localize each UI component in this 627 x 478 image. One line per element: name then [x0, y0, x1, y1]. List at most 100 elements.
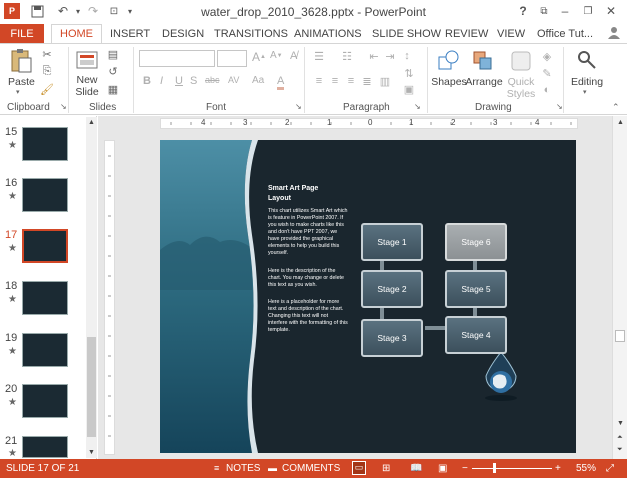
tab-view[interactable]: VIEW: [497, 28, 525, 40]
format-painter-icon[interactable]: 🖌: [40, 82, 54, 96]
tab-design[interactable]: DESIGN: [162, 28, 204, 40]
slide-sorter-icon[interactable]: ⊞: [382, 463, 390, 474]
arrange-icon[interactable]: [470, 48, 496, 74]
layout-icon[interactable]: ▤: [106, 47, 120, 61]
reading-view-icon[interactable]: 📖: [410, 463, 422, 474]
slide-heading[interactable]: Smart Art Page Layout: [268, 184, 338, 204]
editing-button[interactable]: Editing: [567, 76, 607, 88]
increase-font-icon[interactable]: A ▲: [252, 50, 266, 64]
collapse-ribbon-icon[interactable]: ⌃: [612, 102, 620, 113]
stage-2-box[interactable]: Stage 2: [361, 270, 423, 308]
align-right-icon[interactable]: ≡: [344, 74, 358, 88]
align-center-icon[interactable]: ≡: [328, 74, 342, 88]
zoom-level[interactable]: 55%: [576, 463, 596, 474]
paste-button[interactable]: Paste: [8, 76, 35, 88]
slide-thumbnail-15[interactable]: [22, 127, 68, 161]
numbering-icon[interactable]: ☷: [340, 49, 354, 63]
account-avatar[interactable]: [607, 25, 621, 42]
shapes-icon[interactable]: [436, 48, 462, 74]
reset-icon[interactable]: ↺: [106, 64, 120, 78]
slide-paragraph-1[interactable]: This chart utilizes Smart Art which is f…: [268, 208, 348, 257]
minimize-button[interactable]: –: [557, 3, 573, 19]
scroll-down-icon[interactable]: ▼: [88, 449, 95, 456]
quick-styles-icon[interactable]: [508, 48, 534, 74]
previous-slide-icon[interactable]: ⏶: [617, 434, 623, 442]
line-spacing-icon[interactable]: ↕: [400, 49, 414, 63]
shadow-button[interactable]: S: [190, 75, 197, 87]
slide-thumbnail-19[interactable]: [22, 333, 68, 367]
bullets-icon[interactable]: ☰: [312, 49, 326, 63]
shape-outline-icon[interactable]: ✎: [540, 66, 554, 80]
next-slide-icon[interactable]: ⏷: [617, 446, 623, 454]
horizontal-ruler[interactable]: 4 3 2 1 0 1 2 3 4: [160, 118, 578, 129]
comments-button[interactable]: COMMENTS: [282, 463, 340, 474]
zoom-out-button[interactable]: −: [462, 463, 468, 474]
slide-thumbnail-21[interactable]: [22, 436, 68, 458]
editor-scroll-thumb[interactable]: [615, 330, 625, 342]
notes-button[interactable]: NOTES: [226, 463, 260, 474]
thumbnail-scroll-thumb[interactable]: [87, 337, 96, 437]
slide-thumbnail-16[interactable]: [22, 178, 68, 212]
vertical-ruler[interactable]: [104, 140, 115, 455]
columns-icon[interactable]: ▥: [378, 74, 392, 88]
account-name[interactable]: Office Tut...: [537, 28, 593, 40]
slide-thumbnail-18[interactable]: [22, 281, 68, 315]
close-button[interactable]: ✕: [603, 3, 619, 19]
find-icon[interactable]: [575, 48, 599, 72]
help-button[interactable]: ?: [515, 3, 531, 19]
stage-6-box[interactable]: Stage 6: [445, 223, 507, 261]
normal-view-icon[interactable]: ▭: [352, 461, 366, 475]
shape-effects-icon[interactable]: ◐: [540, 83, 554, 97]
tab-slide-show[interactable]: SLIDE SHOW: [372, 28, 441, 40]
new-slide-icon[interactable]: [75, 48, 99, 72]
tab-animations[interactable]: ANIMATIONS: [294, 28, 362, 40]
tab-insert[interactable]: INSERT: [110, 28, 150, 40]
scroll-up-icon[interactable]: ▲: [88, 119, 95, 126]
bold-button[interactable]: B: [143, 75, 151, 87]
decrease-font-icon[interactable]: A ▼: [270, 50, 283, 61]
stage-4-box[interactable]: Stage 4: [445, 316, 507, 354]
char-spacing-button[interactable]: AV: [228, 75, 239, 85]
font-size-combo[interactable]: [217, 50, 247, 67]
fit-slide-icon[interactable]: ⤢: [606, 463, 614, 474]
scroll-up-icon[interactable]: ▲: [617, 119, 624, 126]
slide-paragraph-3[interactable]: Here is a placeholder for more text and …: [268, 299, 348, 334]
underline-button[interactable]: U: [175, 75, 183, 87]
tab-transitions[interactable]: TRANSITIONS: [214, 28, 288, 40]
smartart-convert-icon[interactable]: ▣: [402, 82, 416, 96]
increase-indent-icon[interactable]: ⇥: [383, 49, 397, 63]
tab-file[interactable]: FILE: [0, 24, 44, 43]
paste-icon[interactable]: [8, 48, 34, 74]
align-left-icon[interactable]: ≡: [312, 74, 326, 88]
stage-3-box[interactable]: Stage 3: [361, 319, 423, 357]
shapes-button[interactable]: Shapes: [431, 76, 467, 88]
paste-dropdown-icon[interactable]: ▾: [16, 88, 20, 96]
quick-styles-label-1[interactable]: Quick: [503, 76, 539, 88]
new-slide-label-1[interactable]: New: [72, 74, 102, 86]
drawing-launcher-icon[interactable]: ↘: [556, 102, 563, 111]
maximize-button[interactable]: ❐: [580, 3, 596, 19]
clipboard-launcher-icon[interactable]: ↘: [60, 102, 67, 111]
zoom-in-button[interactable]: +: [555, 463, 561, 474]
shape-fill-icon[interactable]: ◈: [540, 49, 554, 63]
clear-formatting-icon[interactable]: A̸: [290, 50, 297, 62]
slide-thumbnail-17[interactable]: [22, 229, 68, 263]
font-launcher-icon[interactable]: ↘: [295, 102, 302, 111]
section-icon[interactable]: ▦: [106, 82, 120, 96]
notes-icon[interactable]: ≡: [214, 463, 219, 473]
zoom-slider-thumb[interactable]: [493, 463, 496, 473]
font-name-combo[interactable]: [139, 50, 215, 67]
slideshow-icon[interactable]: ▣: [438, 463, 447, 474]
slide-counter[interactable]: SLIDE 17 OF 21: [6, 463, 79, 474]
tab-home[interactable]: HOME: [51, 24, 102, 45]
paragraph-launcher-icon[interactable]: ↘: [414, 102, 421, 111]
thumbnail-scrollbar[interactable]: ▲ ▼: [86, 117, 97, 458]
comments-icon[interactable]: ▬: [268, 463, 277, 473]
italic-button[interactable]: I: [160, 75, 163, 87]
decrease-indent-icon[interactable]: ⇤: [367, 49, 381, 63]
tab-review[interactable]: REVIEW: [445, 28, 488, 40]
strikethrough-button[interactable]: abc: [205, 75, 220, 85]
font-color-button[interactable]: A: [277, 75, 285, 90]
editing-dropdown-icon[interactable]: ▾: [583, 88, 587, 96]
justify-icon[interactable]: ≣: [360, 74, 374, 88]
